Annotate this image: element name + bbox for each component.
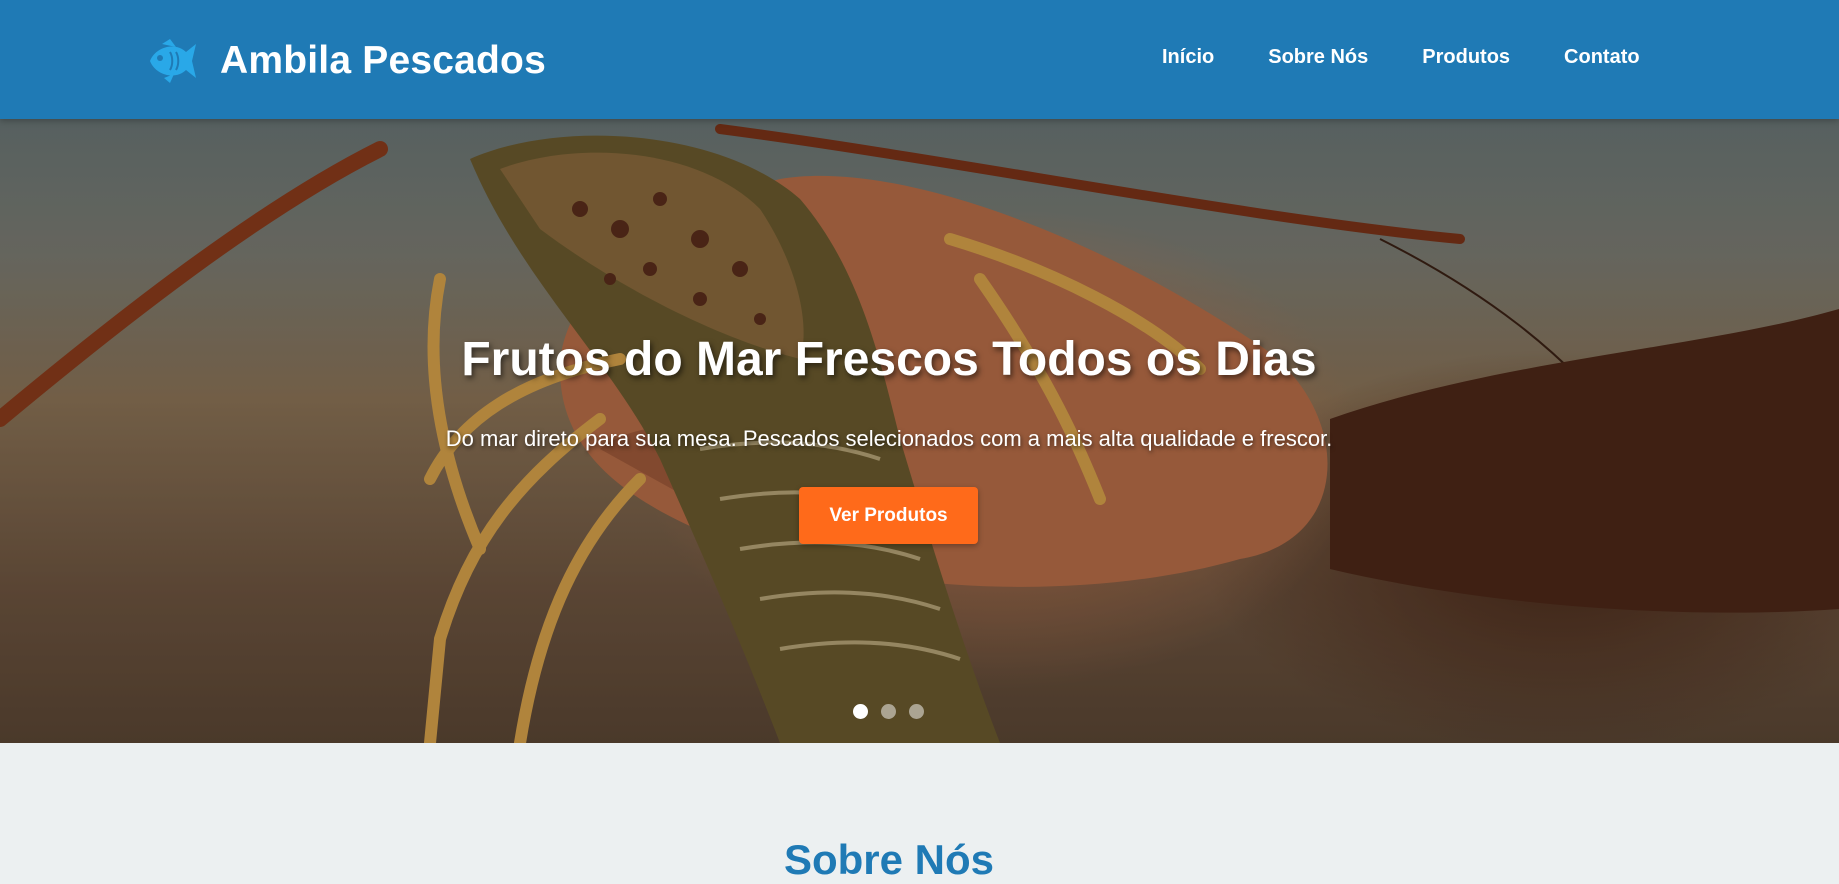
carousel-dot-3[interactable]: [909, 704, 924, 719]
about-title: Sobre Nós: [783, 836, 995, 883]
brand-name: Ambila Pescados: [220, 39, 546, 82]
brand-logo-link[interactable]: Ambila Pescados: [146, 37, 546, 85]
fish-icon: [150, 39, 196, 83]
nav-link-produtos[interactable]: Produtos: [1422, 46, 1510, 69]
nav-link-contato[interactable]: Contato: [1564, 46, 1640, 69]
view-products-button[interactable]: Ver Produtos: [799, 487, 978, 544]
hero-carousel: Frutos do Mar Frescos Todos os Dias Do m…: [0, 119, 1839, 743]
carousel-indicators: [853, 704, 924, 719]
nav-link-inicio[interactable]: Início: [1162, 46, 1214, 69]
about-section: Sobre Nós: [0, 743, 1839, 883]
hero-title: Frutos do Mar Frescos Todos os Dias: [461, 333, 1317, 386]
hero-subtitle: Do mar direto para sua mesa. Pescados se…: [445, 426, 1333, 451]
nav-link-sobre-nos[interactable]: Sobre Nós: [1268, 46, 1368, 69]
carousel-dot-2[interactable]: [881, 704, 896, 719]
site-header: Ambila Pescados Início Sobre Nós Produto…: [0, 0, 1839, 119]
main-nav: Início Sobre Nós Produtos Contato: [1162, 46, 1640, 69]
carousel-dot-1[interactable]: [853, 704, 868, 719]
